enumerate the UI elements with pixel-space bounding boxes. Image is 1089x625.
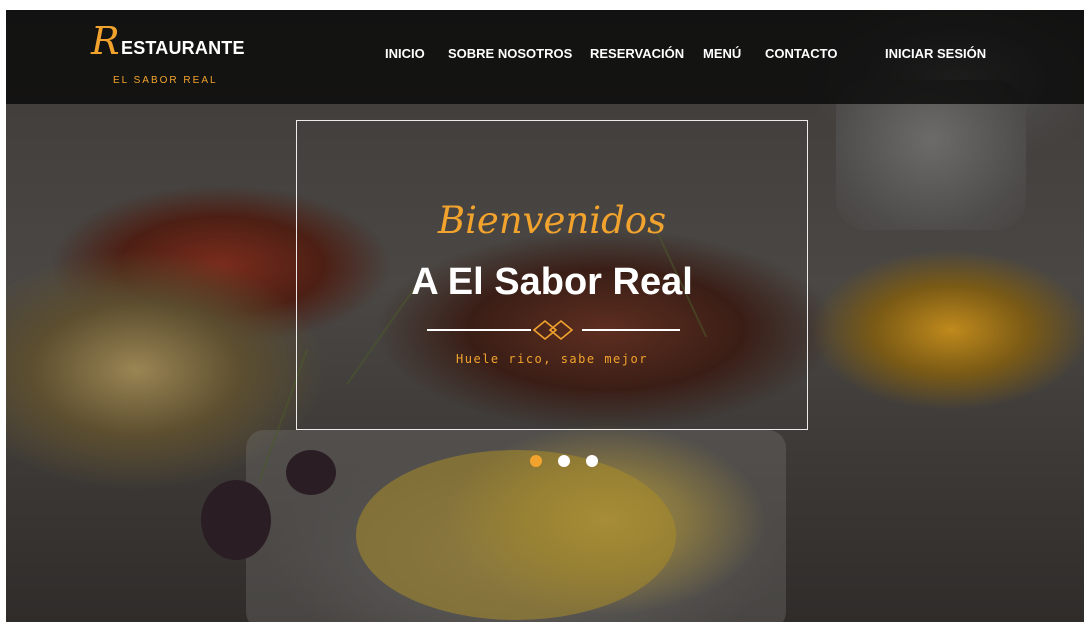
navbar: R ESTAURANTE EL SABOR REAL INICIO SOBRE …: [6, 10, 1084, 104]
carousel-dot-3[interactable]: [586, 455, 598, 467]
divider-line-left: [427, 329, 531, 331]
nav-item-menu[interactable]: MENÚ: [703, 46, 741, 61]
logo-wordmark: ESTAURANTE: [121, 38, 245, 58]
divider-line-right: [582, 329, 680, 331]
carousel-dot-1[interactable]: [530, 455, 542, 467]
nav-item-sobre-nosotros[interactable]: SOBRE NOSOTROS: [448, 46, 572, 61]
carousel-indicators: [530, 455, 600, 469]
logo-initial: R: [91, 19, 120, 63]
hero-caption-box: Bienvenidos A El Sabor Real Huele rico, …: [296, 120, 808, 430]
carousel-dot-2[interactable]: [558, 455, 570, 467]
nav-item-inicio[interactable]: INICIO: [385, 46, 425, 61]
hero-subtitle: Huele rico, sabe mejor: [456, 352, 648, 366]
brand-logo[interactable]: R ESTAURANTE EL SABOR REAL: [91, 19, 251, 94]
page-frame: R ESTAURANTE EL SABOR REAL INICIO SOBRE …: [6, 10, 1084, 622]
diamond-ornament-icon: [532, 319, 574, 341]
nav-item-reservacion[interactable]: RESERVACIÓN: [590, 46, 684, 61]
logo-tagline: EL SABOR REAL: [113, 75, 218, 86]
nav-item-contacto[interactable]: CONTACTO: [765, 46, 837, 61]
hero-script-title: Bienvenidos: [437, 199, 667, 242]
hero-title: A El Sabor Real: [411, 261, 693, 303]
nav-item-iniciar-sesion[interactable]: INICIAR SESIÓN: [885, 46, 986, 61]
